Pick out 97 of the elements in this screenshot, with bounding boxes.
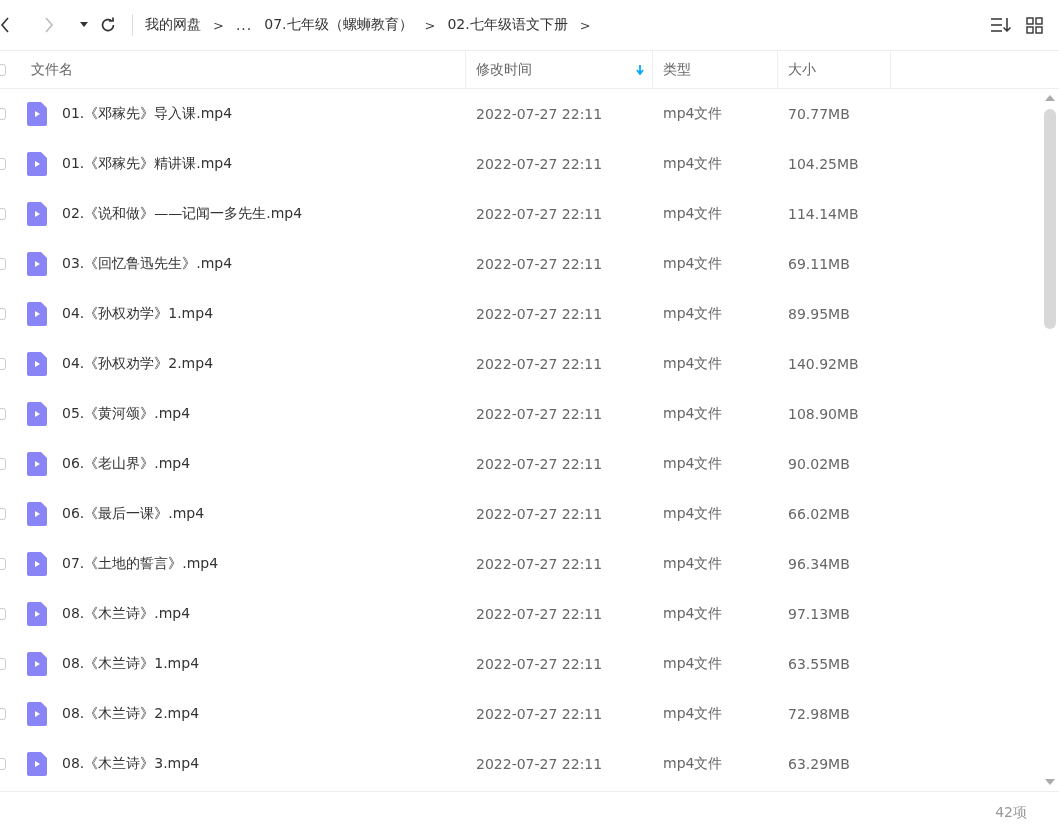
video-file-icon bbox=[27, 452, 47, 476]
file-name[interactable]: 08.《木兰诗》3.mp4 bbox=[62, 755, 200, 773]
video-file-icon bbox=[27, 352, 47, 376]
file-type-cell-text: mp4文件 bbox=[662, 205, 724, 223]
file-type-cell-text: mp4文件 bbox=[662, 555, 724, 573]
column-header[interactable]: 修改时间 bbox=[466, 51, 653, 88]
modified-time-cell-text: 2022-07-27 22:11 bbox=[475, 756, 604, 772]
file-name[interactable]: 04.《孙权劝学》1.mp4 bbox=[62, 305, 214, 323]
modified-time-cell-text: 2022-07-27 22:11 bbox=[475, 606, 604, 622]
scroll-up-icon[interactable] bbox=[1045, 95, 1055, 101]
breadcrumb-link[interactable]: 我的网盘 bbox=[145, 16, 201, 34]
file-name[interactable]: 04.《孙权劝学》2.mp4 bbox=[62, 355, 214, 373]
file-type-cell-text: mp4文件 bbox=[662, 755, 724, 773]
modified-time-cell-text: 2022-07-27 22:11 bbox=[475, 556, 604, 572]
column-header[interactable]: 类型 bbox=[653, 51, 778, 88]
refresh-icon bbox=[100, 17, 116, 33]
file-size-cell-text: 72.98MB bbox=[787, 706, 851, 722]
file-type-cell-text: mp4文件 bbox=[662, 105, 724, 123]
file-type-cell-text: mp4文件 bbox=[662, 355, 724, 373]
modified-time-cell-text: 2022-07-27 22:11 bbox=[475, 406, 604, 422]
modified-time-cell-text: 2022-07-27 22:11 bbox=[475, 106, 604, 122]
scroll-down-icon[interactable] bbox=[1045, 779, 1055, 785]
file-name[interactable]: 08.《木兰诗》.mp4 bbox=[62, 605, 191, 623]
video-file-icon bbox=[27, 602, 47, 626]
file-type-cell-text: mp4文件 bbox=[662, 255, 724, 273]
breadcrumb-separator: > bbox=[212, 17, 225, 33]
video-file-icon bbox=[27, 652, 47, 676]
file-size-cell-text: 140.92MB bbox=[787, 356, 860, 372]
video-file-icon bbox=[27, 202, 47, 226]
breadcrumb-link[interactable]: 07.七年级（螺蛳教育） bbox=[264, 16, 413, 34]
back-button[interactable] bbox=[0, 17, 10, 33]
file-size-cell-text: 69.11MB bbox=[787, 256, 851, 272]
video-file-icon bbox=[27, 102, 47, 126]
scrollbar-thumb[interactable] bbox=[1044, 109, 1056, 329]
modified-time-cell-text: 2022-07-27 22:11 bbox=[475, 156, 604, 172]
file-name[interactable]: 07.《土地的誓言》.mp4 bbox=[62, 555, 219, 573]
file-size-cell-text: 97.13MB bbox=[787, 606, 851, 622]
video-file-icon bbox=[27, 152, 47, 176]
sort-down-arrow-icon bbox=[636, 64, 644, 75]
history-dropdown-button[interactable] bbox=[80, 22, 88, 28]
file-type-cell-text: mp4文件 bbox=[662, 155, 724, 173]
file-type-cell-text: mp4文件 bbox=[662, 405, 724, 423]
file-name[interactable]: 01.《邓稼先》导入课.mp4 bbox=[62, 105, 233, 123]
breadcrumb-overflow-button[interactable]: ... bbox=[235, 17, 255, 33]
file-size-cell-text: 70.77MB bbox=[787, 106, 851, 122]
file-name[interactable]: 03.《回忆鲁迅先生》.mp4 bbox=[62, 255, 233, 273]
chevron-right-icon bbox=[44, 17, 54, 33]
modified-time-cell-text: 2022-07-27 22:11 bbox=[475, 256, 604, 272]
video-file-icon bbox=[27, 702, 47, 726]
breadcrumb-separator: > bbox=[423, 17, 437, 33]
file-type-cell-text: mp4文件 bbox=[662, 505, 724, 523]
file-size-cell-text: 63.55MB bbox=[787, 656, 851, 672]
file-name[interactable]: 08.《木兰诗》1.mp4 bbox=[62, 655, 200, 673]
file-name[interactable]: 01.《邓稼先》精讲课.mp4 bbox=[62, 155, 233, 173]
item-count: 42项 bbox=[995, 803, 1027, 822]
video-file-icon bbox=[27, 752, 47, 776]
video-file-icon bbox=[27, 252, 47, 276]
file-size-cell-text: 63.29MB bbox=[787, 756, 851, 772]
file-name[interactable]: 02.《说和做》——记闻一多先生.mp4 bbox=[62, 205, 303, 223]
sort-list-icon bbox=[990, 16, 1012, 33]
video-file-icon bbox=[27, 502, 47, 526]
file-name[interactable]: 05.《黄河颂》.mp4 bbox=[62, 405, 191, 423]
caret-down-icon bbox=[80, 22, 88, 28]
video-file-icon bbox=[27, 552, 47, 576]
file-size-cell-text: 96.34MB bbox=[787, 556, 851, 572]
file-size-cell-text: 66.02MB bbox=[787, 506, 851, 522]
chevron-left-icon bbox=[0, 17, 10, 33]
file-name[interactable]: 06.《老山界》.mp4 bbox=[62, 455, 191, 473]
refresh-button[interactable] bbox=[100, 17, 116, 33]
file-type-cell-text: mp4文件 bbox=[662, 705, 724, 723]
video-file-icon bbox=[27, 402, 47, 426]
file-type-cell-text: mp4文件 bbox=[662, 655, 724, 673]
file-size-cell-text: 108.90MB bbox=[787, 406, 860, 422]
column-header[interactable]: 大小 bbox=[778, 51, 891, 88]
modified-time-cell-text: 2022-07-27 22:11 bbox=[475, 706, 604, 722]
modified-time-cell-text: 2022-07-27 22:11 bbox=[475, 506, 604, 522]
modified-time-cell-text: 2022-07-27 22:11 bbox=[475, 206, 604, 222]
modified-time-cell-text: 2022-07-27 22:11 bbox=[475, 456, 604, 472]
video-file-icon bbox=[27, 302, 47, 326]
file-type-cell-text: mp4文件 bbox=[662, 455, 724, 473]
file-type-cell-text: mp4文件 bbox=[662, 305, 724, 323]
column-header[interactable]: 文件名 bbox=[27, 51, 466, 88]
breadcrumb-separator: > bbox=[578, 17, 592, 33]
modified-time-cell-text: 2022-07-27 22:11 bbox=[475, 656, 604, 672]
file-size-cell-text: 114.14MB bbox=[787, 206, 860, 222]
sort-button[interactable] bbox=[990, 16, 1012, 34]
file-type-cell-text: mp4文件 bbox=[662, 605, 724, 623]
file-name[interactable]: 08.《木兰诗》2.mp4 bbox=[62, 705, 200, 723]
modified-time-cell-text: 2022-07-27 22:11 bbox=[475, 356, 604, 372]
file-name[interactable]: 06.《最后一课》.mp4 bbox=[62, 505, 205, 523]
grid-icon bbox=[1026, 16, 1043, 34]
grid-view-button[interactable] bbox=[1026, 16, 1043, 34]
file-size-cell-text: 89.95MB bbox=[787, 306, 851, 322]
file-size-cell-text: 104.25MB bbox=[787, 156, 860, 172]
breadcrumb-link[interactable]: 02.七年级语文下册 bbox=[447, 16, 568, 34]
file-size-cell-text: 90.02MB bbox=[787, 456, 851, 472]
modified-time-cell-text: 2022-07-27 22:11 bbox=[475, 306, 604, 322]
